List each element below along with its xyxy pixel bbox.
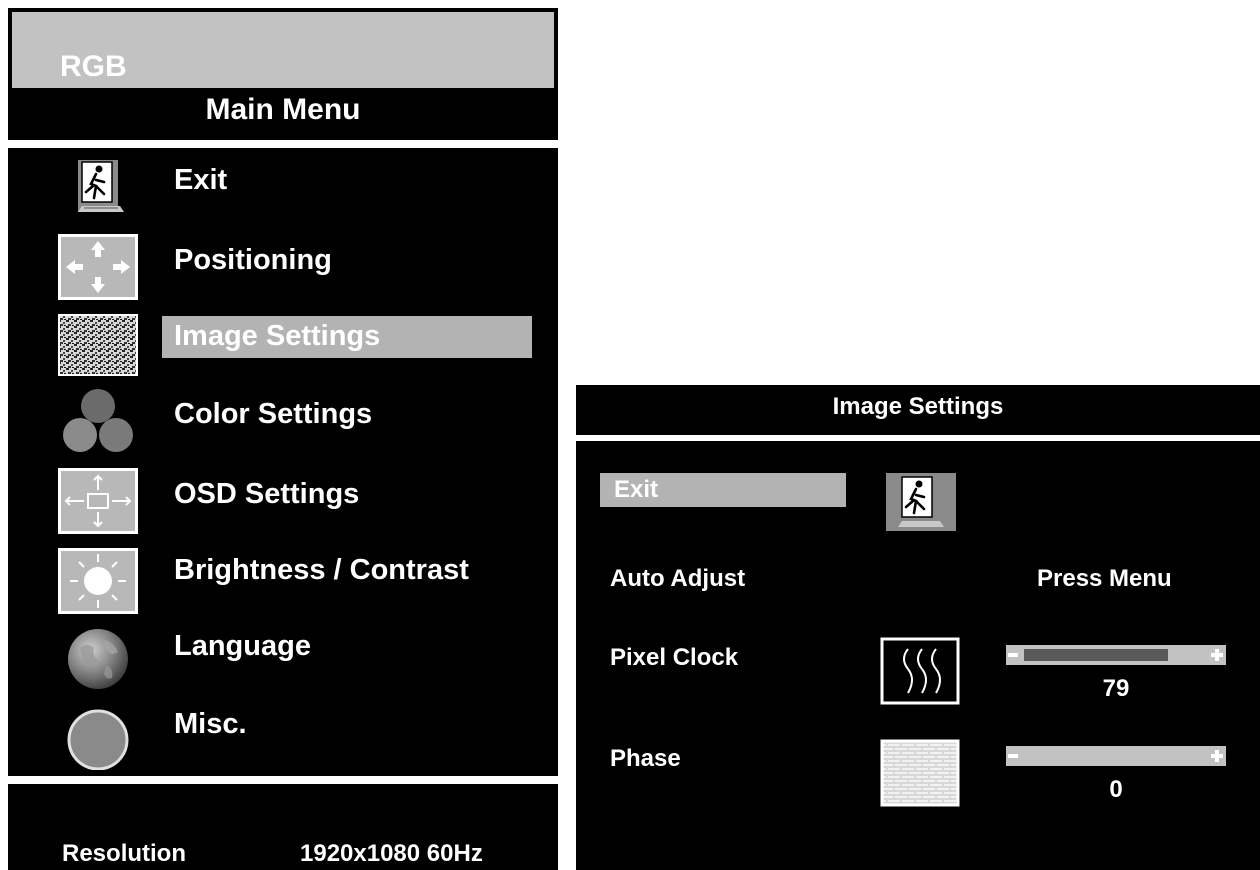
phase-pattern-icon — [880, 739, 960, 807]
misc-icon — [58, 704, 138, 771]
main-menu-list: Exit Positioning Image Settings Color Se… — [8, 148, 558, 776]
menu-item-label: Exit — [174, 164, 228, 196]
menu-item-exit[interactable]: Exit — [8, 152, 558, 228]
exit-icon[interactable] — [884, 471, 958, 533]
phase-value: 0 — [1109, 776, 1123, 803]
menu-item-label: Color Settings — [174, 398, 373, 430]
auto-adjust-label[interactable]: Auto Adjust — [610, 565, 745, 593]
menu-item-label: OSD Settings — [174, 478, 360, 510]
resolution-value: 1920x1080 60Hz — [300, 840, 483, 867]
image-settings-osd: Image Settings Exit Auto Adjust Press Me… — [576, 385, 1260, 870]
resolution-label: Resolution — [62, 840, 186, 867]
input-source-banner: RGB — [12, 12, 554, 88]
color-settings-icon — [58, 388, 138, 454]
auto-adjust-value: Press Menu — [1037, 565, 1172, 592]
osd-settings-icon — [58, 468, 138, 534]
menu-item-osd-settings[interactable]: OSD Settings — [8, 464, 558, 540]
globe-icon — [58, 626, 138, 692]
divider — [576, 435, 1260, 441]
image-settings-title: Image Settings — [832, 393, 1004, 420]
phase-label[interactable]: Phase — [610, 745, 681, 773]
pixel-clock-value: 79 — [1102, 675, 1130, 702]
wave-icon — [880, 637, 960, 705]
menu-item-image-settings[interactable]: Image Settings — [8, 308, 558, 384]
slider-fill — [1024, 649, 1168, 661]
plus-icon-vertical — [1215, 750, 1219, 762]
menu-item-label: Positioning — [174, 244, 332, 276]
plus-icon-vertical — [1215, 649, 1219, 661]
menu-item-positioning[interactable]: Positioning — [8, 230, 558, 306]
minus-icon — [1008, 653, 1018, 657]
exit-icon — [58, 156, 138, 222]
menu-item-label: Language — [174, 630, 311, 662]
resolution-info: Resolution 1920x1080 60Hz — [8, 784, 558, 870]
pixel-clock-slider[interactable] — [1006, 645, 1226, 665]
pixel-clock-label[interactable]: Pixel Clock — [610, 644, 738, 672]
menu-item-brightness-contrast[interactable]: Brightness / Contrast — [8, 542, 558, 618]
minus-icon — [1008, 754, 1018, 758]
exit-button[interactable]: Exit — [600, 473, 846, 507]
menu-item-misc[interactable]: Misc. — [8, 698, 558, 774]
divider — [8, 140, 558, 148]
input-source-label: RGB — [60, 50, 127, 83]
divider — [8, 776, 558, 784]
main-menu-title: Main Menu — [205, 93, 361, 126]
image-settings-icon — [58, 314, 138, 380]
positioning-icon — [58, 234, 138, 300]
menu-item-label: Image Settings — [162, 316, 532, 358]
main-menu-osd: RGB Main Menu Exit Positioning Image Set… — [8, 8, 558, 870]
menu-item-color-settings[interactable]: Color Settings — [8, 386, 558, 462]
menu-item-label: Brightness / Contrast — [174, 554, 469, 586]
menu-item-label: Misc. — [174, 708, 247, 740]
menu-item-language[interactable]: Language — [8, 620, 558, 696]
brightness-icon — [58, 548, 138, 614]
phase-slider[interactable] — [1006, 746, 1226, 766]
